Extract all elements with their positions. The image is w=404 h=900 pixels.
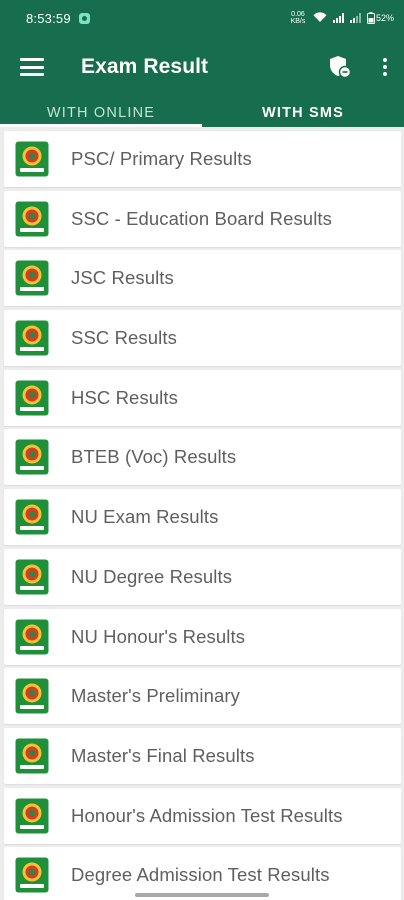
app-bar-actions bbox=[328, 55, 390, 79]
app-bar: Exam Result bbox=[0, 36, 404, 98]
list-item-ssc-education-board[interactable]: SSC - Education Board Results bbox=[4, 190, 401, 247]
battery-percent: 52% bbox=[375, 13, 394, 23]
list-item-nu-honours[interactable]: NU Honour's Results bbox=[4, 608, 401, 665]
list-item-nu-exam[interactable]: NU Exam Results bbox=[4, 489, 401, 546]
list-item-label: PSC/ Primary Results bbox=[71, 148, 252, 169]
battery-icon: 52% bbox=[366, 12, 394, 24]
page-title: Exam Result bbox=[81, 55, 209, 78]
board-logo-icon bbox=[15, 857, 49, 893]
tab-with-online[interactable]: WITH ONLINE bbox=[0, 98, 202, 127]
board-logo-icon bbox=[15, 499, 49, 535]
board-logo-icon bbox=[15, 619, 49, 654]
wifi-icon bbox=[313, 11, 327, 25]
board-logo-icon bbox=[15, 678, 49, 714]
list-item-label: JSC Results bbox=[71, 267, 174, 289]
list-item-masters-preliminary[interactable]: Master's Preliminary bbox=[4, 668, 401, 725]
hamburger-menu-icon[interactable] bbox=[20, 58, 44, 76]
status-bar: 8:53:59 0.06 KB/s 52% bbox=[0, 0, 404, 36]
list-item-label: NU Honour's Results bbox=[71, 625, 246, 647]
tab-with-sms[interactable]: WITH SMS bbox=[202, 98, 404, 127]
board-logo-icon bbox=[15, 559, 49, 595]
list-item-label: Honour's Admission Test Results bbox=[71, 804, 343, 826]
signal-icon-2 bbox=[349, 13, 361, 23]
more-vert-icon[interactable] bbox=[380, 57, 390, 77]
list-item-label: NU Degree Results bbox=[71, 565, 233, 587]
list-item-honours-admission[interactable]: Honour's Admission Test Results bbox=[4, 787, 401, 844]
shield-icon[interactable] bbox=[328, 55, 352, 79]
board-logo-icon bbox=[15, 141, 49, 177]
notification-icon bbox=[78, 12, 90, 24]
list-item-label: SSC Results bbox=[71, 327, 177, 349]
net-speed: 0.06 KB/s bbox=[290, 11, 306, 25]
list-item-psc[interactable]: PSC/ Primary Results bbox=[4, 131, 401, 187]
tab-bar: WITH ONLINE WITH SMS bbox=[0, 98, 404, 127]
board-logo-icon bbox=[15, 439, 49, 475]
list-item-label: SSC - Education Board Results bbox=[71, 207, 332, 229]
list-item-nu-degree[interactable]: NU Degree Results bbox=[4, 548, 401, 605]
tab-indicator bbox=[0, 124, 202, 127]
signal-icon bbox=[332, 13, 344, 23]
status-icons: 0.06 KB/s 52% bbox=[289, 11, 394, 25]
board-logo-icon bbox=[15, 738, 49, 774]
board-logo-icon bbox=[15, 320, 49, 356]
list-item-label: Degree Admission Test Results bbox=[71, 864, 330, 886]
list-item-masters-final[interactable]: Master's Final Results bbox=[4, 727, 401, 784]
home-indicator[interactable] bbox=[135, 893, 269, 897]
list-item-label: Master's Preliminary bbox=[71, 685, 240, 707]
list-item-label: BTEB (Voc) Results bbox=[71, 446, 237, 468]
list-item-label: NU Exam Results bbox=[71, 506, 219, 528]
list-item-bteb[interactable]: BTEB (Voc) Results bbox=[4, 429, 401, 486]
list-item-label: HSC Results bbox=[71, 386, 178, 408]
board-logo-icon bbox=[15, 201, 49, 237]
list-item-hsc[interactable]: HSC Results bbox=[4, 369, 401, 426]
board-logo-icon bbox=[15, 798, 49, 834]
list-item-jsc[interactable]: JSC Results bbox=[4, 250, 401, 307]
status-time: 8:53:59 bbox=[26, 10, 71, 26]
results-list: PSC/ Primary Results SSC - Education Boa… bbox=[0, 127, 404, 900]
board-logo-icon bbox=[15, 260, 49, 296]
list-item-label: Master's Final Results bbox=[71, 744, 255, 766]
list-item-ssc[interactable]: SSC Results bbox=[4, 310, 401, 367]
board-logo-icon bbox=[15, 380, 49, 416]
